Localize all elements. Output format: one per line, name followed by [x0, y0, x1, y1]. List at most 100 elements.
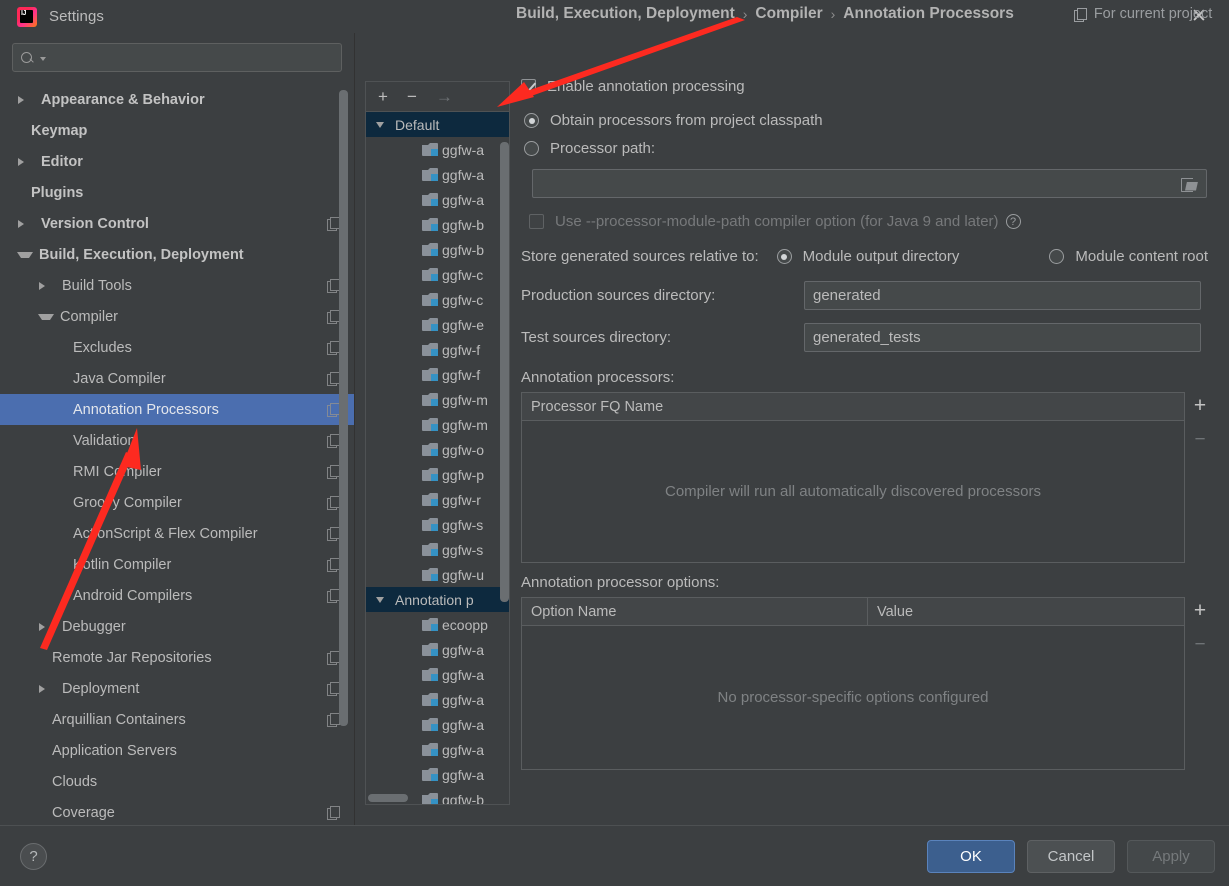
sidebar-item-java-compiler[interactable]: Java Compiler	[0, 363, 354, 394]
module-list-item[interactable]: ggfw-o	[366, 437, 509, 462]
module-profile-group[interactable]: Annotation p	[366, 587, 509, 612]
sidebar-item-coverage[interactable]: Coverage	[0, 797, 354, 825]
options-table[interactable]: Option Name Value No processor-specific …	[521, 597, 1185, 770]
chevron-down-icon[interactable]	[376, 596, 384, 603]
production-sources-field[interactable]: generated	[804, 281, 1201, 310]
module-list-item[interactable]: ggfw-m	[366, 412, 509, 437]
settings-tree[interactable]: Appearance & Behavior Keymap Editor Plugins…	[0, 82, 354, 825]
enable-annotation-processing-checkbox[interactable]	[521, 79, 536, 94]
chevron-down-icon[interactable]	[17, 251, 33, 258]
sidebar-item-arquillian-containers[interactable]: Arquillian Containers	[0, 704, 354, 735]
chevron-right-icon[interactable]	[39, 622, 55, 631]
sidebar-item-compiler[interactable]: Compiler	[0, 301, 354, 332]
module-list-item[interactable]: ggfw-p	[366, 462, 509, 487]
breadcrumb-item-1[interactable]: Compiler	[755, 5, 822, 23]
chevron-right-icon[interactable]	[18, 95, 34, 104]
processors-table[interactable]: Processor FQ Name Compiler will run all …	[521, 392, 1185, 563]
module-content-root-option[interactable]: Module content root	[1049, 248, 1208, 265]
remove-option-button[interactable]: −	[1194, 635, 1205, 654]
module-list-item[interactable]: ggfw-m	[366, 387, 509, 412]
sidebar-item-appearance-behavior[interactable]: Appearance & Behavior	[0, 84, 354, 115]
obtain-processors-row[interactable]: Obtain processors from project classpath	[524, 112, 1215, 129]
chevron-right-icon[interactable]	[18, 219, 34, 228]
sidebar-item-debugger[interactable]: Debugger	[0, 611, 354, 642]
module-list-item[interactable]: ggfw-a	[366, 637, 509, 662]
ok-button[interactable]: OK	[927, 839, 1015, 873]
obtain-processors-radio[interactable]	[524, 113, 539, 128]
processor-path-field[interactable]	[532, 169, 1207, 198]
processor-module-path-row[interactable]: Use --processor-module-path compiler opt…	[529, 213, 1215, 230]
module-list-item[interactable]: ggfw-a	[366, 662, 509, 687]
module-list-item[interactable]: ggfw-e	[366, 312, 509, 337]
cancel-button[interactable]: Cancel	[1027, 839, 1115, 873]
chevron-down-icon[interactable]	[38, 313, 54, 320]
sidebar-item-application-servers[interactable]: Application Servers	[0, 735, 354, 766]
module-list-item[interactable]: ggfw-u	[366, 562, 509, 587]
sidebar-item-rmi-compiler[interactable]: RMI Compiler	[0, 456, 354, 487]
module-list-item[interactable]: ggfw-f	[366, 362, 509, 387]
module-list-item[interactable]: ggfw-b	[366, 237, 509, 262]
help-icon[interactable]: ?	[1005, 214, 1021, 229]
remove-profile-button[interactable]: −	[407, 88, 417, 105]
module-list-item[interactable]: ggfw-c	[366, 262, 509, 287]
module-list-item[interactable]: ggfw-f	[366, 337, 509, 362]
browse-folder-button[interactable]	[1181, 177, 1198, 192]
options-column-name[interactable]: Option Name	[522, 598, 867, 625]
add-option-button[interactable]: +	[1194, 600, 1206, 621]
module-list-item[interactable]: ggfw-b	[366, 212, 509, 237]
module-list-vscrollbar-thumb[interactable]	[500, 142, 509, 602]
test-sources-field[interactable]: generated_tests	[804, 323, 1201, 352]
module-profile-group[interactable]: Default	[366, 112, 509, 137]
sidebar-item-remote-jar-repositories[interactable]: Remote Jar Repositories	[0, 642, 354, 673]
processor-path-radio[interactable]	[524, 141, 539, 156]
chevron-down-icon[interactable]	[376, 121, 384, 128]
sidebar-item-plugins[interactable]: Plugins	[0, 177, 354, 208]
module-list-item[interactable]: ggfw-a	[366, 712, 509, 737]
search-box[interactable]	[12, 43, 342, 72]
sidebar-scrollbar[interactable]	[339, 82, 348, 825]
sidebar-item-validation[interactable]: Validation	[0, 425, 354, 456]
remove-processor-button[interactable]: −	[1194, 430, 1205, 449]
processors-column-fq-name[interactable]: Processor FQ Name	[522, 393, 1184, 420]
sidebar-item-groovy-compiler[interactable]: Groovy Compiler	[0, 487, 354, 518]
help-button[interactable]: ?	[20, 842, 47, 870]
sidebar-item-actionscript-flex-compiler[interactable]: ActionScript & Flex Compiler	[0, 518, 354, 549]
module-list-item[interactable]: ggfw-a	[366, 187, 509, 212]
module-list-hscrollbar-thumb[interactable]	[368, 794, 408, 802]
sidebar-item-build-execution-deployment[interactable]: Build, Execution, Deployment	[0, 239, 354, 270]
module-list-item[interactable]: ggfw-a	[366, 687, 509, 712]
module-list[interactable]: Default ggfw-a ggfw-a ggfw-a ggfw-b ggfw-b ggf…	[366, 112, 509, 804]
add-profile-button[interactable]: +	[378, 88, 388, 105]
module-list-item[interactable]: ggfw-r	[366, 487, 509, 512]
module-list-item[interactable]: ggfw-s	[366, 512, 509, 537]
sidebar-item-keymap[interactable]: Keymap	[0, 115, 354, 146]
chevron-right-icon[interactable]	[39, 281, 55, 290]
move-to-profile-button[interactable]: →	[436, 88, 453, 105]
module-output-directory-option[interactable]: Module output directory	[776, 248, 959, 265]
module-output-directory-radio[interactable]	[776, 249, 792, 264]
sidebar-item-android-compilers[interactable]: Android Compilers	[0, 580, 354, 611]
search-input[interactable]	[46, 50, 333, 65]
module-list-item[interactable]: ggfw-a	[366, 137, 509, 162]
sidebar-item-deployment[interactable]: Deployment	[0, 673, 354, 704]
options-column-value[interactable]: Value	[867, 598, 1184, 625]
module-list-item[interactable]: ggfw-c	[366, 287, 509, 312]
sidebar-scrollbar-thumb[interactable]	[339, 90, 348, 726]
enable-annotation-processing-row[interactable]: Enable annotation processing	[521, 78, 1215, 95]
module-list-item[interactable]: ggfw-a	[366, 762, 509, 787]
sidebar-item-clouds[interactable]: Clouds	[0, 766, 354, 797]
chevron-right-icon[interactable]	[39, 684, 55, 693]
module-list-item[interactable]: ggfw-s	[366, 537, 509, 562]
chevron-right-icon[interactable]	[18, 157, 34, 166]
breadcrumb-item-0[interactable]: Build, Execution, Deployment	[516, 5, 735, 23]
processor-path-row[interactable]: Processor path:	[524, 140, 1215, 157]
sidebar-item-version-control[interactable]: Version Control	[0, 208, 354, 239]
sidebar-item-editor[interactable]: Editor	[0, 146, 354, 177]
module-list-item[interactable]: ggfw-a	[366, 737, 509, 762]
sidebar-item-build-tools[interactable]: Build Tools	[0, 270, 354, 301]
apply-button[interactable]: Apply	[1127, 839, 1215, 873]
sidebar-item-kotlin-compiler[interactable]: Kotlin Compiler	[0, 549, 354, 580]
sidebar-item-excludes[interactable]: Excludes	[0, 332, 354, 363]
module-list-item[interactable]: ecoopp	[366, 612, 509, 637]
module-content-root-radio[interactable]	[1049, 249, 1065, 264]
